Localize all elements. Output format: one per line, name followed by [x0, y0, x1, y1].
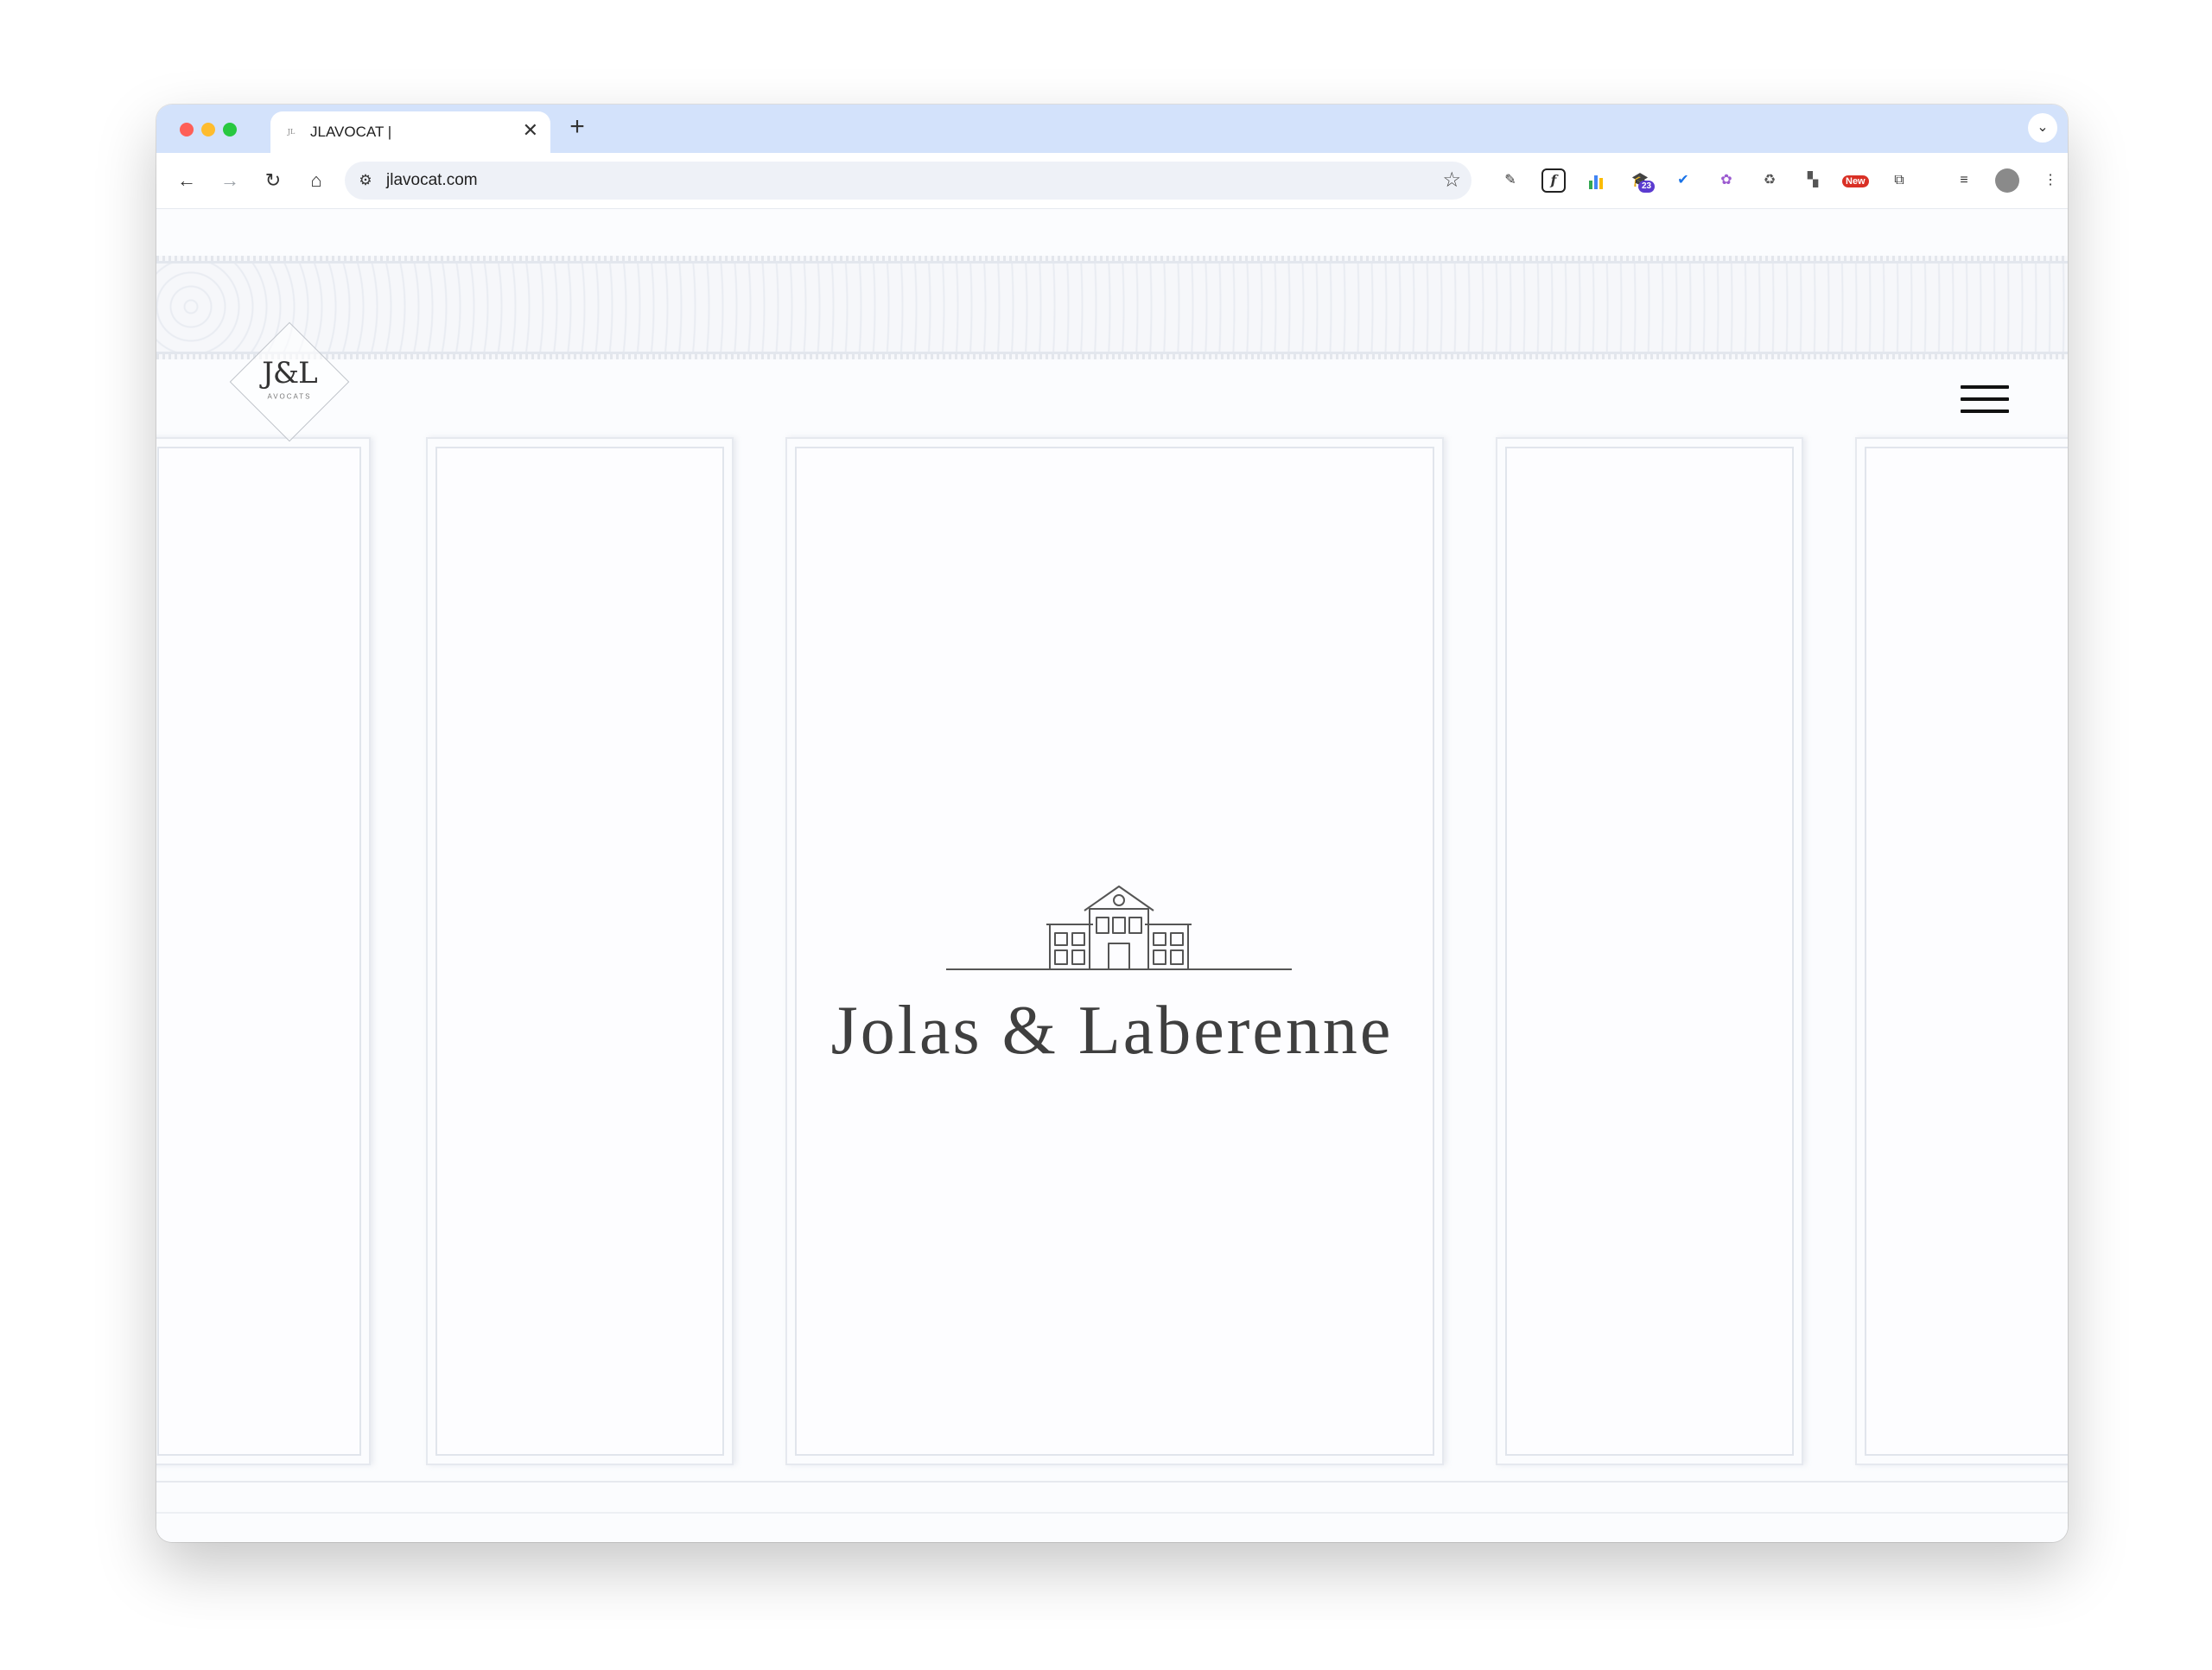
logo-monogram[interactable]: J&L [262, 356, 317, 391]
extensions-puzzle-icon[interactable]: ⧉ [1887, 168, 1911, 193]
tab-close-icon[interactable]: ✕ [523, 120, 538, 141]
baseboard [156, 1481, 2068, 1514]
browser-window: JL JLAVOCAT | ✕ + ⌄ ← → ↻ ⌂ ⚙ jlavocat.c… [156, 105, 2068, 1542]
tab-search-chevron-icon[interactable]: ⌄ [2028, 113, 2057, 143]
tab-jlavocat[interactable]: JL JLAVOCAT | ✕ [270, 111, 550, 153]
wall-panel [1496, 437, 1803, 1465]
browser-toolbar: ← → ↻ ⌂ ⚙ jlavocat.com ☆ ✎ f 🎓 23 ✔ ✿ ♻ ▚… [156, 153, 2068, 209]
brand-name: Jolas & Laberenne [830, 993, 1394, 1069]
url-text[interactable]: jlavocat.com [386, 171, 478, 190]
document-extension-icon[interactable]: ▚ [1801, 168, 1825, 193]
bookmark-star-icon[interactable]: ☆ [1442, 168, 1461, 193]
close-window-button[interactable] [180, 123, 194, 137]
extension-count-badge: 23 [1638, 181, 1656, 193]
hamburger-menu-icon[interactable] [1961, 385, 2009, 413]
back-arrow-icon[interactable]: ← [172, 166, 201, 195]
wall-panel [1855, 437, 2068, 1465]
address-bar[interactable]: ⚙ jlavocat.com ☆ [345, 162, 1471, 200]
tab-title: JLAVOCAT | [310, 124, 392, 140]
frieze-bottom-band [156, 354, 2068, 359]
site-info-icon[interactable]: ⚙ [355, 170, 376, 191]
reading-list-icon[interactable]: ≡ [1952, 168, 1976, 193]
graduation-cap-extension-icon[interactable]: 🎓 23 [1628, 168, 1656, 193]
tab-strip: JL JLAVOCAT | ✕ + ⌄ [156, 105, 2068, 153]
font-extension-icon[interactable]: f [1541, 168, 1566, 193]
profile-avatar[interactable] [1995, 168, 2019, 193]
eyedropper-extension-icon[interactable]: ✎ [1498, 168, 1522, 193]
flower-extension-icon[interactable]: ✿ [1714, 168, 1738, 193]
site-favicon-icon: JL [287, 128, 296, 136]
check-extension-icon[interactable]: ✔ [1671, 168, 1695, 193]
logo-subtitle: AVOCATS [267, 392, 312, 401]
home-icon[interactable]: ⌂ [302, 166, 331, 195]
more-menu-icon[interactable]: ⋮ [2038, 168, 2063, 193]
new-badge: New [1842, 175, 1869, 187]
forward-arrow-icon[interactable]: → [215, 166, 245, 195]
minimize-window-button[interactable] [201, 123, 215, 137]
wall-panel [426, 437, 734, 1465]
new-extension-icon[interactable]: New [1842, 168, 1869, 193]
wall-panel [156, 437, 371, 1465]
page-viewport: J&L AVOCATS Jolas & Laberenne [156, 209, 2068, 1542]
building-icon [946, 886, 1292, 970]
maximize-window-button[interactable] [223, 123, 237, 137]
new-tab-button[interactable]: + [563, 113, 592, 141]
recycle-extension-icon[interactable]: ♻ [1758, 168, 1782, 193]
ornamental-frieze [156, 261, 2068, 354]
reload-icon[interactable]: ↻ [258, 166, 288, 195]
chart-extension-icon[interactable] [1585, 168, 1609, 193]
